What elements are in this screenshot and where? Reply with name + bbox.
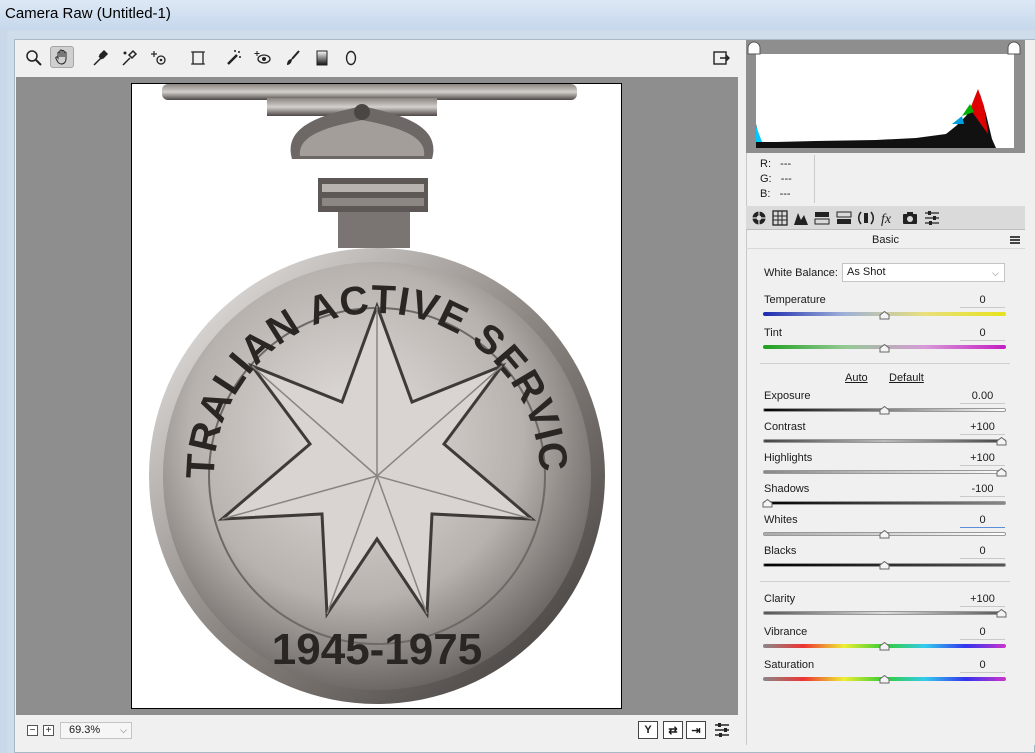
slider-value-shadows[interactable]: -100 (960, 483, 1005, 497)
slider-label-clarity: Clarity (764, 593, 796, 605)
slider-label-vibrance: Vibrance (764, 626, 808, 638)
zoom-level-select[interactable]: 69.3% ⌵ (60, 722, 132, 739)
before-after-label: Y (644, 724, 652, 736)
targeted-adjustment-tool-icon[interactable] (147, 47, 171, 69)
slider-label-blacks: Blacks (764, 545, 797, 557)
slider-thumb-saturation[interactable] (879, 675, 890, 684)
white-balance-select[interactable]: As Shot ⌵ (842, 263, 1005, 282)
auto-link[interactable]: Auto (845, 372, 868, 384)
hand-tool-icon[interactable] (50, 46, 74, 68)
rgb-readout-b: B: --- (760, 188, 791, 200)
spot-removal-tool-icon[interactable] (222, 47, 246, 69)
tab-camera-calibration-icon[interactable] (900, 208, 920, 228)
slider-label-exposure: Exposure (764, 390, 811, 402)
window-title: Camera Raw (Untitled-1) (5, 5, 171, 22)
tab-lens-corrections-icon[interactable] (856, 208, 876, 228)
panel-scrollbar[interactable] (1025, 40, 1035, 745)
slider-thumb-highlights[interactable] (996, 468, 1007, 477)
slider-thumb-contrast[interactable] (996, 437, 1007, 446)
tab-detail-icon[interactable] (791, 208, 811, 228)
slider-label-whites: Whites (764, 514, 798, 526)
histogram-graph (756, 54, 1014, 148)
medal-image: THE AUSTRALIAN ACTIVE SERVICE MEDAL 1945… (132, 84, 605, 704)
tab-presets-icon[interactable] (922, 208, 942, 228)
tab-hsl-icon[interactable] (812, 208, 832, 228)
slider-track-clarity[interactable] (763, 611, 1006, 615)
section-divider (760, 363, 1010, 364)
slider-thumb-temperature[interactable] (879, 311, 890, 320)
svg-text:fx: fx (881, 212, 892, 226)
rgb-readout-r: R: --- (760, 158, 792, 170)
zoom-in-button[interactable]: + (43, 725, 54, 736)
medal-photo[interactable]: THE AUSTRALIAN ACTIVE SERVICE MEDAL 1945… (131, 83, 622, 709)
slider-thumb-vibrance[interactable] (879, 642, 890, 651)
chevron-down-icon: ⌵ (992, 268, 999, 278)
slider-value-blacks[interactable]: 0 (960, 545, 1005, 559)
panel-title: Basic (746, 231, 1025, 249)
medal-years: 1945-1975 (272, 625, 482, 674)
slider-thumb-exposure[interactable] (879, 406, 890, 415)
before-after-toggle-button[interactable]: Y (638, 721, 658, 739)
slider-value-contrast[interactable]: +100 (960, 421, 1005, 435)
slider-value-highlights[interactable]: +100 (960, 452, 1005, 466)
default-link[interactable]: Default (889, 372, 924, 384)
tab-tone-curve-icon[interactable] (770, 208, 790, 228)
slider-label-saturation: Saturation (764, 659, 815, 671)
zoom-out-button[interactable]: − (27, 725, 38, 736)
slider-thumb-blacks[interactable] (879, 561, 890, 570)
graduated-filter-icon[interactable] (310, 47, 334, 69)
transform-tool-icon[interactable] (186, 47, 210, 69)
slider-thumb-shadows[interactable] (762, 499, 773, 508)
preferences-sliders-icon[interactable] (710, 719, 734, 741)
adjustment-brush-icon[interactable] (281, 47, 305, 69)
rgb-readout-g: G: --- (760, 173, 792, 185)
slider-label-tint: Tint (764, 327, 782, 339)
radial-filter-icon[interactable] (339, 47, 363, 69)
slider-label-shadows: Shadows (764, 483, 810, 495)
red-eye-removal-icon[interactable] (251, 47, 275, 69)
slider-label-highlights: Highlights (764, 452, 813, 464)
highlight-clipping-warning-icon[interactable] (1006, 40, 1022, 56)
white-balance-tool-icon[interactable] (88, 47, 112, 69)
white-balance-label: White Balance: (764, 267, 838, 279)
slider-track-highlights[interactable] (763, 470, 1006, 474)
export-icon[interactable] (709, 47, 733, 69)
slider-label-contrast: Contrast (764, 421, 806, 433)
zoom-tool-icon[interactable] (22, 47, 46, 69)
white-balance-value: As Shot (847, 266, 886, 278)
slider-track-shadows[interactable] (763, 501, 1006, 505)
slider-label-temperature: Temperature (764, 294, 826, 306)
copy-settings-icon[interactable]: ⇥ (686, 721, 706, 739)
slider-value-exposure[interactable]: 0.00 (960, 390, 1005, 404)
color-sampler-tool-icon[interactable] (117, 47, 141, 69)
slider-value-clarity[interactable]: +100 (960, 593, 1005, 607)
slider-value-saturation[interactable]: 0 (960, 659, 1005, 673)
shadow-clipping-warning-icon[interactable] (746, 40, 762, 56)
panel-menu-icon[interactable] (1010, 236, 1020, 244)
tab-split-toning-icon[interactable] (834, 208, 854, 228)
slider-thumb-clarity[interactable] (996, 609, 1007, 618)
slider-thumb-tint[interactable] (879, 344, 890, 353)
window-titlebar: Camera Raw (Untitled-1) (0, 0, 1035, 30)
swap-settings-icon[interactable]: ⇄ (663, 721, 683, 739)
slider-value-vibrance[interactable]: 0 (960, 626, 1005, 640)
slider-value-tint[interactable]: 0 (960, 327, 1005, 341)
chevron-down-icon: ⌵ (120, 725, 127, 735)
tab-basic-icon[interactable] (749, 208, 769, 228)
tab-effects-icon[interactable]: fx (878, 208, 898, 228)
slider-value-whites[interactable]: 0 (960, 514, 1005, 528)
rgb-divider (814, 155, 815, 203)
slider-track-contrast[interactable] (763, 439, 1006, 443)
section-divider (760, 581, 1010, 582)
zoom-level-value: 69.3% (69, 724, 101, 736)
slider-thumb-whites[interactable] (879, 530, 890, 539)
slider-value-temperature[interactable]: 0 (960, 294, 1005, 308)
